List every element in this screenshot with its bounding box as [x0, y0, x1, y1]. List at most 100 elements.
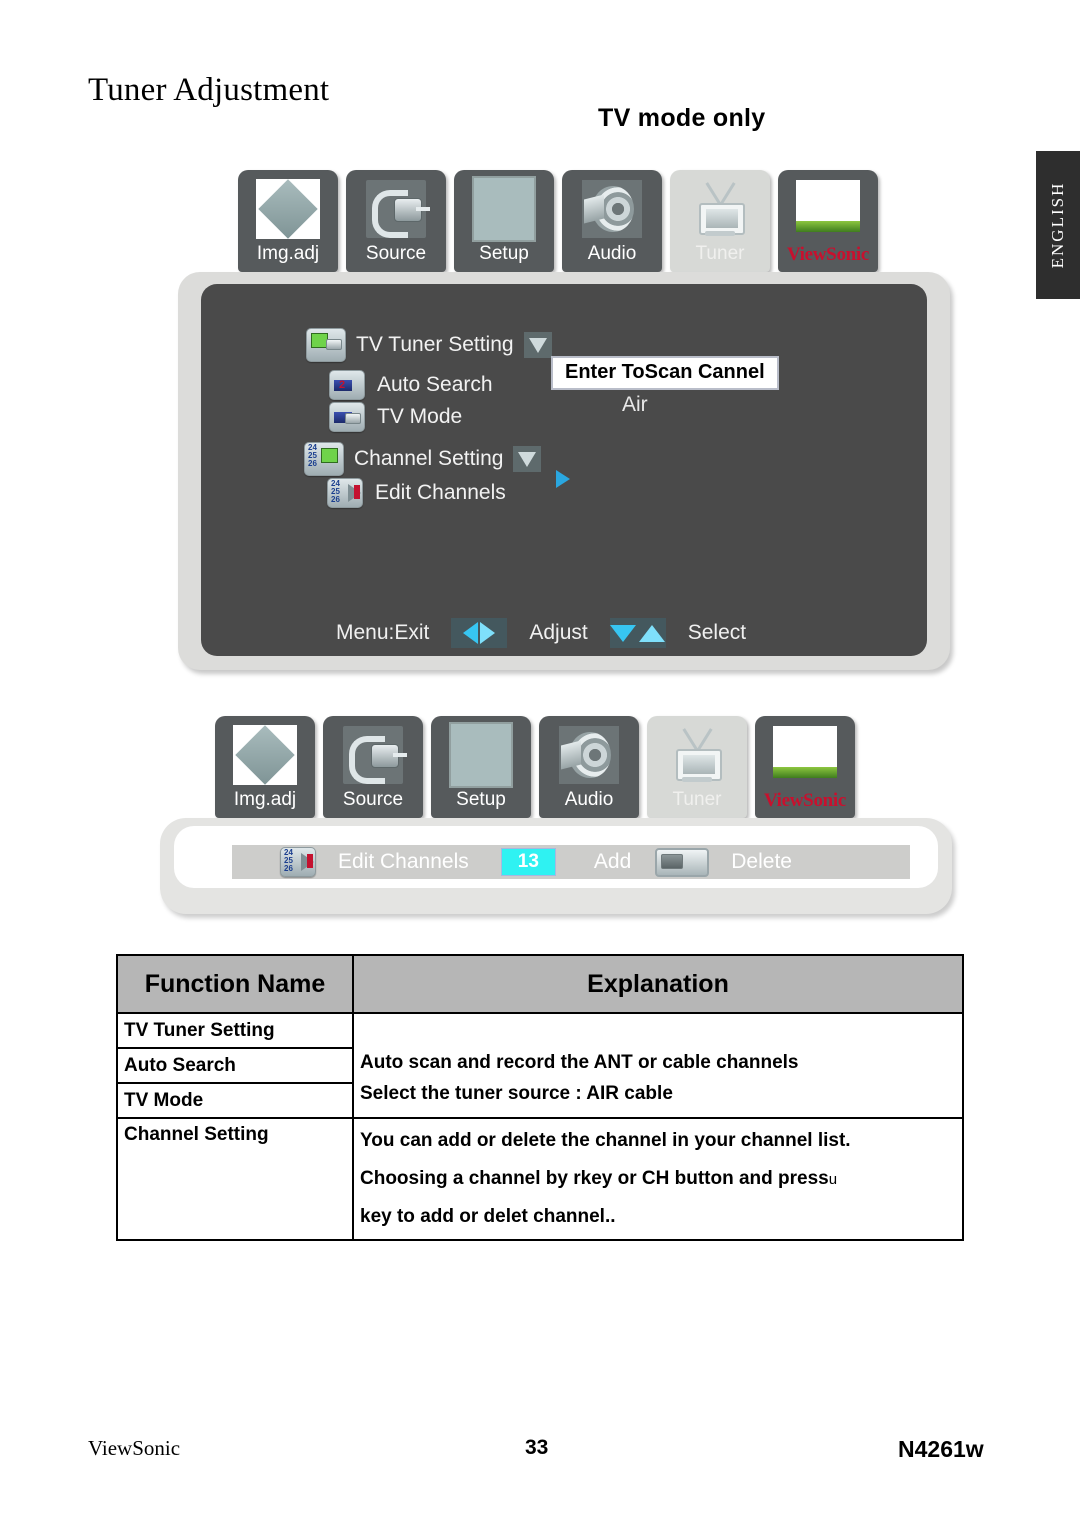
hint-adjust-label: Adjust	[529, 621, 588, 644]
setup-screen-icon	[448, 722, 514, 788]
tv-antenna-icon	[687, 178, 753, 240]
channel-number-value[interactable]: 13	[500, 848, 556, 876]
table-header-row: Function Name Explanation	[116, 954, 964, 1014]
tab-audio[interactable]: Audio	[562, 170, 662, 272]
explanation-line-3: key to add or delet channel..	[360, 1206, 616, 1227]
tab-label: Source	[365, 243, 427, 264]
hint-exit-label: Menu:Exit	[336, 621, 430, 644]
osd-row-channel-setting[interactable]: 24 25 26 Channel Setting	[304, 442, 542, 476]
tab-viewsonic[interactable]: ViewSonic	[755, 716, 855, 818]
osd-row-edit-channels[interactable]: 24 25 26 Edit Channels	[327, 478, 506, 508]
footer-page-number: 33	[525, 1436, 549, 1459]
tab-img-adj[interactable]: Img.adj	[215, 716, 315, 818]
tab-label: Tuner	[695, 243, 745, 264]
viewsonic-wordmark: ViewSonic	[763, 790, 847, 811]
osd-row-label: Edit Channels	[375, 481, 506, 504]
osd-row-auto-search[interactable]: 2 Auto Search	[329, 370, 493, 400]
language-tab: ENGLISH	[1036, 151, 1080, 299]
down-up-arrows-icon	[609, 618, 666, 648]
triangle-down-icon	[513, 446, 542, 472]
explanation-line-2: Choosing a channel by rkey or CH button …	[360, 1160, 956, 1198]
tv-antenna-icon	[664, 724, 730, 786]
cell-explanation: You can add or delete the channel in you…	[352, 1117, 964, 1241]
osd-channel-strip: 24 25 26 Edit Channels 13 Add Delete	[232, 845, 792, 879]
tab-label: Audio	[564, 789, 614, 810]
viewsonic-wordmark: ViewSonic	[786, 244, 870, 265]
channel-setting-icon: 24 25 26	[304, 442, 344, 476]
add-label[interactable]: Add	[594, 850, 631, 874]
explanation-blank	[360, 1016, 956, 1047]
explanation-line-1: You can add or delete the channel in you…	[360, 1130, 851, 1151]
tab-setup[interactable]: Setup	[454, 170, 554, 272]
tv-mode-value[interactable]: Air	[622, 393, 648, 417]
tab-label: Setup	[479, 243, 529, 264]
footer-brand: ViewSonic	[88, 1436, 181, 1460]
image-adjust-icon	[232, 724, 298, 786]
tab-label: Source	[342, 789, 404, 810]
image-adjust-icon	[255, 178, 321, 240]
tab-label: Tuner	[672, 789, 722, 810]
tab-source[interactable]: Source	[346, 170, 446, 272]
edit-channels-icon: 24 25 26	[280, 847, 316, 877]
speaker-icon	[579, 178, 645, 240]
cell-function-name: Auto Search	[116, 1047, 354, 1084]
explanation-line-2-text: Choosing a channel by rkey or CH button …	[360, 1168, 829, 1189]
left-right-arrows-icon	[451, 618, 508, 648]
cell-function-name: TV Tuner Setting	[116, 1012, 354, 1049]
arrow-right-icon[interactable]	[556, 470, 570, 488]
osd-row-tv-tuner-setting[interactable]: TV Tuner Setting	[306, 328, 552, 362]
triangle-down-icon	[523, 332, 552, 358]
setup-screen-icon	[471, 176, 537, 242]
osd-hint-bar: Menu:Exit Adjust Select	[336, 618, 746, 648]
osd-panel-frame: TV Tuner Setting 2 Auto Search TV Mode 2…	[178, 272, 950, 670]
osd-tabbar-bottom: Img.adj Source Setup Audio Tuner ViewSon…	[215, 716, 855, 818]
tab-viewsonic[interactable]: ViewSonic	[778, 170, 878, 272]
edit-channels-icon: 24 25 26	[327, 478, 363, 508]
cell-function-name: TV Mode	[116, 1082, 354, 1119]
tab-label: Audio	[587, 243, 637, 264]
table-header-function-name: Function Name	[116, 954, 354, 1014]
source-plug-icon	[363, 178, 430, 240]
cell-explanation-group: Auto scan and record the ANT or cable ch…	[352, 1012, 964, 1119]
viewsonic-birds-logo-icon	[795, 175, 861, 237]
page-title: Tuner Adjustment	[88, 72, 330, 108]
edit-channels-label: Edit Channels	[338, 850, 469, 873]
function-table: Function Name Explanation TV Tuner Setti…	[116, 954, 964, 1241]
osd-row-label: Auto Search	[377, 373, 493, 396]
osd-row-label: TV Mode	[377, 405, 463, 428]
tv-mode-icon	[329, 402, 365, 432]
cell-function-name: Channel Setting	[116, 1117, 354, 1241]
viewsonic-birds-logo-icon	[772, 721, 838, 783]
tab-source[interactable]: Source	[323, 716, 423, 818]
auto-search-icon: 2	[329, 370, 365, 400]
explanation-trailing-sup: u	[828, 1171, 838, 1188]
page-subtitle: TV mode only	[598, 104, 766, 132]
tab-label: Img.adj	[233, 789, 297, 810]
tab-setup[interactable]: Setup	[431, 716, 531, 818]
add-delete-toggle[interactable]	[655, 847, 710, 877]
tab-label: Setup	[456, 789, 506, 810]
footer-model: N4261w	[898, 1436, 984, 1462]
tab-tuner[interactable]: Tuner	[647, 716, 747, 818]
tab-img-adj[interactable]: Img.adj	[238, 170, 338, 272]
manual-page: Tuner Adjustment TV mode only ENGLISH Im…	[0, 0, 1080, 1524]
language-tab-label: ENGLISH	[1048, 181, 1067, 269]
delete-label[interactable]: Delete	[731, 850, 792, 874]
table-row: TV Tuner Setting Auto scan and record th…	[116, 1012, 964, 1119]
source-plug-icon	[340, 724, 407, 786]
table-header-explanation: Explanation	[352, 954, 964, 1014]
hint-select-label: Select	[687, 621, 747, 644]
explanation-tv-mode: Select the tuner source : AIR cable	[360, 1083, 673, 1104]
osd-row-label: TV Tuner Setting	[356, 333, 514, 356]
speaker-icon	[556, 724, 622, 786]
tab-label: Img.adj	[256, 243, 320, 264]
tab-tuner[interactable]: Tuner	[670, 170, 770, 272]
osd-tabbar-top: Img.adj Source Setup Audio Tuner ViewSon…	[238, 170, 878, 272]
tv-tuner-setting-icon	[306, 328, 346, 362]
osd-row-label: Channel Setting	[354, 447, 504, 470]
table-row: Channel Setting You can add or delete th…	[116, 1117, 964, 1241]
explanation-auto-search: Auto scan and record the ANT or cable ch…	[360, 1052, 799, 1073]
auto-search-value[interactable]: Enter ToScan Cannel	[551, 356, 779, 390]
osd-row-tv-mode[interactable]: TV Mode	[329, 402, 462, 432]
tab-audio[interactable]: Audio	[539, 716, 639, 818]
